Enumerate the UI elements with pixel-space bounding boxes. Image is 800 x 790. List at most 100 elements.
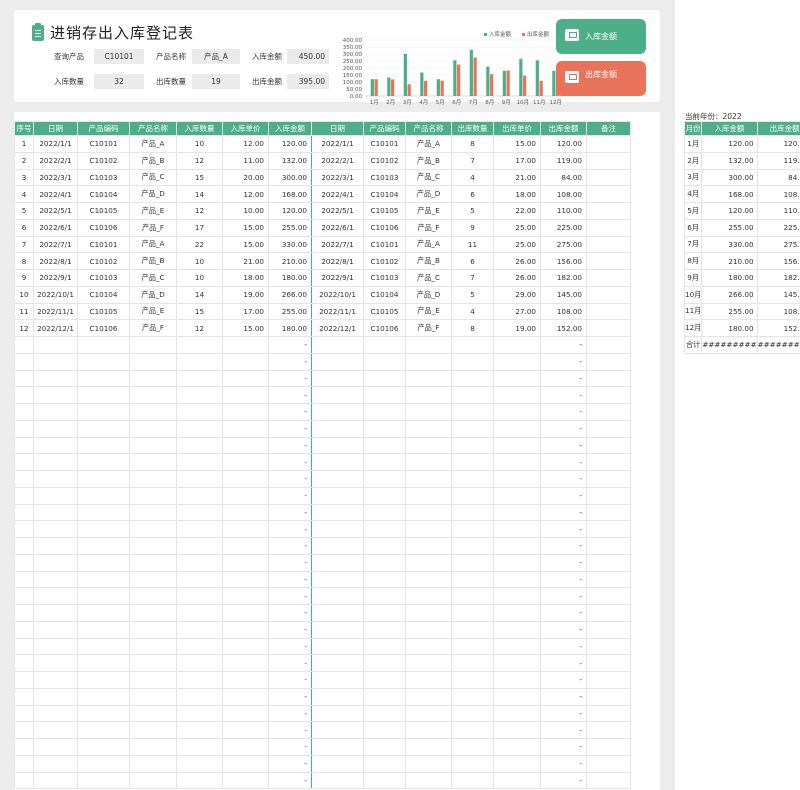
table-cell[interactable] [33,587,78,605]
table-cell[interactable]: 3 [14,168,34,187]
table-cell[interactable] [451,352,494,371]
table-cell[interactable] [493,671,541,689]
table-cell[interactable] [176,369,223,388]
table-cell[interactable]: 6 [14,218,34,237]
table-cell[interactable]: 12 [176,319,223,337]
table-cell[interactable] [222,419,269,438]
table-cell[interactable] [222,470,269,488]
table-cell[interactable]: C10106 [77,319,130,337]
table-cell[interactable]: 产品_A [405,235,452,254]
table-cell[interactable] [176,403,223,421]
table-cell[interactable] [129,503,177,522]
table-cell[interactable] [129,553,177,572]
table-cell[interactable] [586,637,631,656]
table-cell[interactable]: - [268,386,312,404]
table-cell[interactable] [363,352,406,371]
table-cell[interactable]: 225.00 [540,218,587,237]
table-cell[interactable] [311,620,364,639]
table-cell[interactable]: 12 [14,319,34,337]
table-cell[interactable] [451,721,494,739]
table-cell[interactable]: - [540,419,587,438]
table-cell[interactable]: 25.00 [493,235,541,254]
table-cell[interactable] [363,654,406,672]
column-header[interactable]: 产品编码 [77,121,130,136]
table-cell[interactable]: - [540,520,587,538]
table-cell[interactable]: 255.00 [268,218,312,237]
table-cell[interactable]: 10 [14,285,34,304]
table-cell[interactable] [493,687,541,706]
table-cell[interactable] [586,587,631,605]
table-cell[interactable]: - [540,738,587,756]
table-cell[interactable] [586,151,631,170]
table-cell[interactable]: - [268,520,312,538]
table-cell[interactable]: 2022/4/1 [311,185,364,203]
table-cell[interactable] [129,436,177,455]
table-cell[interactable] [33,738,78,756]
table-cell[interactable] [405,587,452,605]
table-cell[interactable] [14,520,34,538]
table-cell[interactable] [222,336,269,354]
table-cell[interactable] [14,587,34,605]
table-cell[interactable] [451,386,494,404]
table-cell[interactable] [451,754,494,773]
table-cell[interactable] [176,503,223,522]
table-cell[interactable] [176,553,223,572]
table-cell[interactable]: - [268,654,312,672]
table-cell[interactable] [77,754,130,773]
table-cell[interactable] [405,738,452,756]
table-cell[interactable] [176,436,223,455]
table-cell[interactable]: 产品_C [405,269,452,287]
table-cell[interactable]: 2 [14,151,34,170]
table-cell[interactable] [77,637,130,656]
table-cell[interactable] [363,620,406,639]
table-cell[interactable]: 15 [176,168,223,187]
table-cell[interactable] [129,369,177,388]
table-cell[interactable] [77,537,130,555]
table-cell[interactable]: C10106 [363,319,406,337]
table-cell[interactable] [77,738,130,756]
table-cell[interactable] [33,352,78,371]
out-amount-button[interactable]: 出库金额 [556,61,646,96]
table-cell[interactable] [33,687,78,706]
table-cell[interactable] [77,704,130,723]
table-cell[interactable] [493,771,541,790]
table-cell[interactable] [129,587,177,605]
table-cell[interactable]: - [540,537,587,555]
table-cell[interactable]: - [268,570,312,589]
table-cell[interactable] [129,470,177,488]
table-cell[interactable]: 2022/12/1 [33,319,78,337]
table-cell[interactable]: 26.00 [493,269,541,287]
table-cell[interactable]: 2022/1/1 [311,135,364,153]
table-cell[interactable]: - [540,604,587,622]
table-cell[interactable] [14,537,34,555]
table-cell[interactable] [33,537,78,555]
table-cell[interactable] [129,336,177,354]
table-cell[interactable] [33,754,78,773]
table-cell[interactable] [311,336,364,354]
table-cell[interactable] [33,386,78,404]
table-cell[interactable] [77,604,130,622]
table-cell[interactable] [14,553,34,572]
table-cell[interactable] [311,470,364,488]
table-cell[interactable] [77,436,130,455]
table-cell[interactable] [14,369,34,388]
table-cell[interactable]: 4 [451,302,494,321]
table-cell[interactable] [33,436,78,455]
column-header[interactable]: 序号 [14,121,34,136]
table-cell[interactable]: 5 [14,202,34,220]
table-cell[interactable]: C10106 [77,218,130,237]
table-cell[interactable] [77,470,130,488]
table-cell[interactable] [493,453,541,471]
table-cell[interactable] [14,336,34,354]
table-cell[interactable]: 2022/8/1 [311,252,364,270]
table-cell[interactable] [129,620,177,639]
table-cell[interactable] [33,503,78,522]
table-cell[interactable]: - [540,671,587,689]
table-cell[interactable] [586,671,631,689]
table-cell[interactable] [586,218,631,237]
table-cell[interactable]: - [540,386,587,404]
column-header[interactable]: 出库金额 [540,121,587,136]
table-cell[interactable] [493,520,541,538]
table-cell[interactable] [363,453,406,471]
table-cell[interactable] [586,369,631,388]
